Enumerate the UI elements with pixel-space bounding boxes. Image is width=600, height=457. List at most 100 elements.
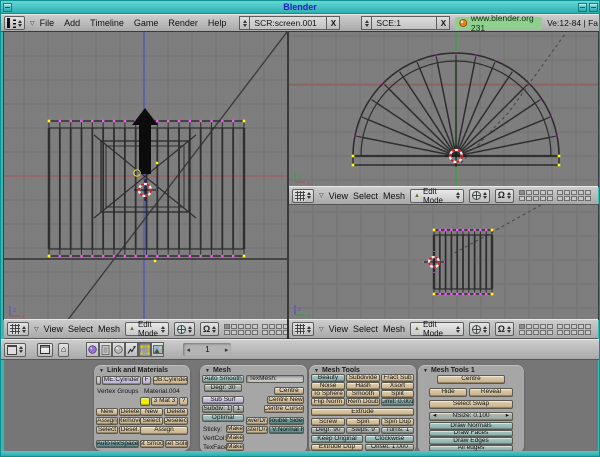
screen-delete-button[interactable]: X xyxy=(327,16,340,30)
object-context-button[interactable] xyxy=(125,342,138,357)
layer-cell[interactable] xyxy=(578,324,584,329)
hash-button[interactable]: Hash xyxy=(346,382,380,390)
beauty-toggle[interactable]: Beauty xyxy=(311,374,345,382)
limit-field[interactable]: Limit: 0.001 xyxy=(381,398,414,406)
subdiv-field[interactable]: Subdiv: 1 xyxy=(202,405,232,413)
layer-cell[interactable] xyxy=(585,324,591,329)
layer-cell[interactable] xyxy=(262,324,268,329)
layer-cell[interactable] xyxy=(526,330,532,335)
turns-field[interactable]: Turns: 1 xyxy=(381,427,414,435)
layer-cell[interactable] xyxy=(540,330,546,335)
layer-buttons[interactable] xyxy=(519,190,595,201)
frame-next-button[interactable]: ▸ xyxy=(225,346,229,354)
layer-cell[interactable] xyxy=(269,330,275,335)
menu-add[interactable]: Add xyxy=(64,18,80,28)
centre-button[interactable]: Centre xyxy=(274,387,304,395)
no-vnormal-flip-toggle[interactable]: No V.Normal Flip xyxy=(269,426,304,434)
layer-cell[interactable] xyxy=(238,324,244,329)
layer-cell[interactable] xyxy=(547,190,553,195)
window-type-button[interactable] xyxy=(4,16,25,30)
script-context-button[interactable] xyxy=(99,342,112,357)
set-solid-button[interactable]: Set Solid xyxy=(165,440,188,448)
header-collapse-icon[interactable]: ▽ xyxy=(30,20,35,27)
menu-file[interactable]: File xyxy=(40,18,55,28)
layer-buttons[interactable] xyxy=(224,324,287,335)
view-menu[interactable]: View xyxy=(44,324,63,334)
faster-draw-button[interactable]: FasterDraw xyxy=(246,426,268,434)
auto-smooth-toggle[interactable]: Auto Smooth xyxy=(202,375,244,383)
layer-cell[interactable] xyxy=(564,190,570,195)
layer-cell[interactable] xyxy=(547,196,553,201)
layer-cell[interactable] xyxy=(276,324,282,329)
nsize-decrement[interactable]: ◂ xyxy=(433,413,436,420)
layer-buttons[interactable] xyxy=(519,324,595,335)
layer-cell[interactable] xyxy=(564,330,570,335)
layer-cell[interactable] xyxy=(557,190,563,195)
vertcol-make-button[interactable]: Make xyxy=(226,434,244,442)
layer-cell[interactable] xyxy=(231,330,237,335)
logic-context-button[interactable] xyxy=(86,342,99,357)
panel-header[interactable]: ▼ Mesh Tools 1 xyxy=(423,367,475,374)
select-menu[interactable]: Select xyxy=(68,324,93,334)
rem-doub-button[interactable]: Rem Doub xyxy=(346,398,380,406)
spin-button[interactable]: Spin xyxy=(346,418,380,426)
draw-mode-button[interactable] xyxy=(469,189,490,203)
view-menu[interactable]: View xyxy=(329,191,348,201)
layer-cell[interactable] xyxy=(564,196,570,201)
optimal-toggle[interactable]: Optimal xyxy=(202,414,244,422)
editor-type-button[interactable] xyxy=(292,189,314,203)
draw-edges-toggle[interactable]: Draw Edges xyxy=(429,437,513,445)
draw-mode-button[interactable] xyxy=(469,322,490,336)
layer-cell[interactable] xyxy=(245,324,251,329)
keep-original-toggle[interactable]: Keep Original xyxy=(311,435,363,443)
layer-cell[interactable] xyxy=(224,324,230,329)
layer-cell[interactable] xyxy=(533,190,539,195)
home-button[interactable]: ⌂ xyxy=(58,343,69,357)
layer-cell[interactable] xyxy=(262,330,268,335)
scene-delete-button[interactable]: X xyxy=(437,16,450,30)
header-collapse-icon[interactable]: ▽ xyxy=(319,192,324,199)
subdiv-render-field[interactable]: 1 xyxy=(233,405,244,413)
frame-number[interactable]: 1 xyxy=(205,345,209,354)
draw-faces-toggle[interactable]: Draw Faces xyxy=(429,430,513,438)
layer-cell[interactable] xyxy=(283,330,287,335)
layer-cell[interactable] xyxy=(585,330,591,335)
vgroup-new-button[interactable]: New xyxy=(96,408,118,416)
editor-type-button[interactable] xyxy=(4,343,26,357)
select-menu[interactable]: Select xyxy=(353,191,378,201)
object-name-field[interactable]: OB:Cylinder xyxy=(153,376,188,385)
layer-cell[interactable] xyxy=(533,324,539,329)
mesh-menu[interactable]: Mesh xyxy=(383,191,405,201)
pivot-button[interactable]: Ω xyxy=(495,322,514,336)
layer-cell[interactable] xyxy=(557,196,563,201)
extrude-dup-button[interactable]: Extrude Dup xyxy=(311,444,363,452)
panel-header[interactable]: ▼ Mesh Tools xyxy=(314,367,360,374)
material-delete-button[interactable]: Delete xyxy=(164,408,188,416)
extrude-button[interactable]: Extrude xyxy=(311,408,414,416)
vgroup-delete-button[interactable]: Delete xyxy=(119,408,141,416)
layer-cell[interactable] xyxy=(519,190,525,195)
layer-cell[interactable] xyxy=(578,190,584,195)
window-menu-button[interactable] xyxy=(3,3,12,12)
centre-button[interactable]: Centre xyxy=(437,375,505,384)
xsort-button[interactable]: Xsort xyxy=(381,382,414,390)
texface-make-button[interactable]: Make xyxy=(226,443,244,451)
spin-dup-button[interactable]: Spin Dup xyxy=(381,418,414,426)
menu-game[interactable]: Game xyxy=(134,18,159,28)
viewport-side[interactable]: zy xyxy=(289,205,598,319)
layer-cell[interactable] xyxy=(526,196,532,201)
sticky-make-button[interactable]: Make xyxy=(226,425,244,433)
layer-cell[interactable] xyxy=(540,190,546,195)
screen-browse-button[interactable] xyxy=(239,16,249,30)
subdivide-button[interactable]: Subdivide xyxy=(346,374,380,382)
layer-cell[interactable] xyxy=(238,330,244,335)
layer-cell[interactable] xyxy=(519,330,525,335)
split-button[interactable]: Split xyxy=(381,390,414,398)
select-menu[interactable]: Select xyxy=(353,324,378,334)
double-sided-toggle[interactable]: Double Sided xyxy=(269,417,304,425)
menu-render[interactable]: Render xyxy=(168,18,198,28)
degr-field[interactable]: Degr: 30 xyxy=(204,384,242,392)
layer-cell[interactable] xyxy=(571,190,577,195)
layer-cell[interactable] xyxy=(585,190,591,195)
clockwise-toggle[interactable]: Clockwise xyxy=(365,435,414,443)
